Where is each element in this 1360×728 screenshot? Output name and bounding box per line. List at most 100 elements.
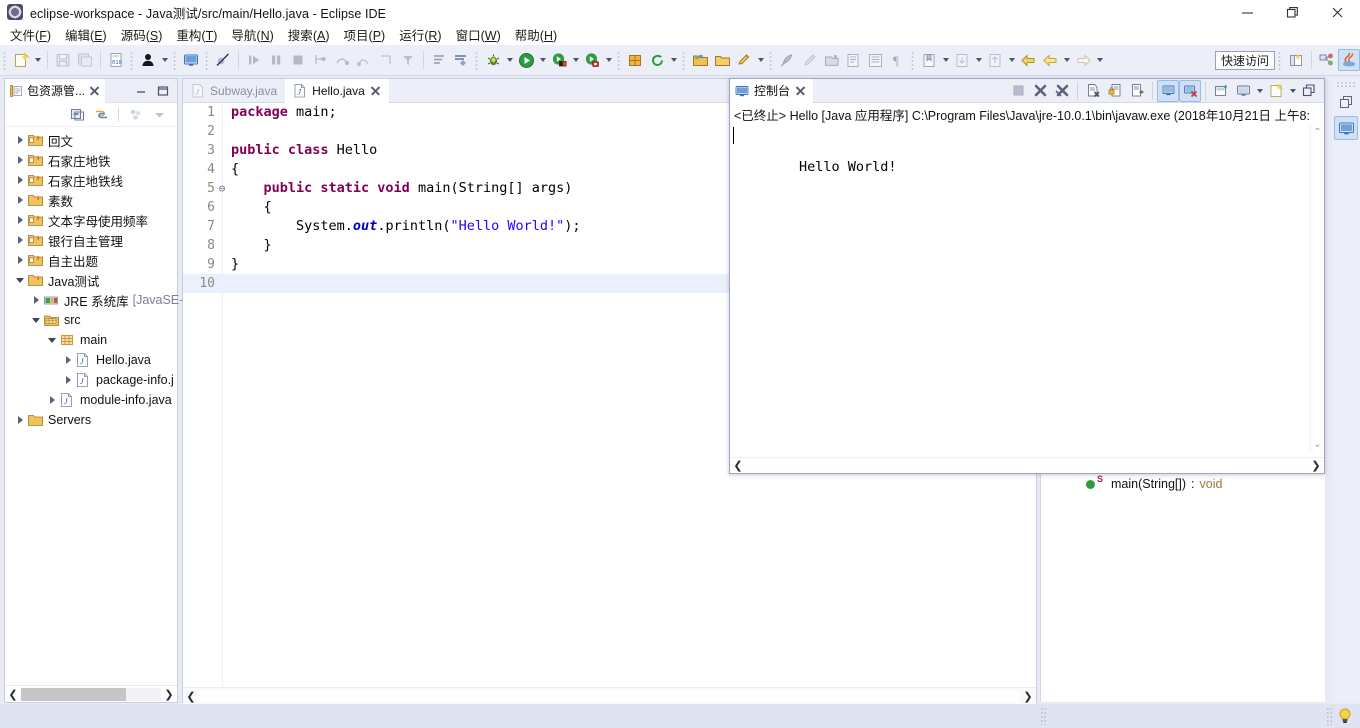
save-all-icon[interactable] — [74, 49, 96, 71]
open-console-icon[interactable] — [1265, 80, 1287, 102]
new-wizard-icon[interactable] — [10, 49, 32, 71]
skip-breakpoints-icon[interactable] — [212, 49, 234, 71]
show-console-on-error-icon[interactable] — [1179, 79, 1201, 102]
console-horizontal-scrollbar[interactable]: ❮ ❯ — [730, 457, 1324, 473]
display-console-menu-icon[interactable] — [1254, 80, 1265, 102]
display-selected-console-icon[interactable] — [1232, 80, 1254, 102]
new-java-class-icon[interactable]: 010 — [105, 49, 127, 71]
toolbar-grip[interactable] — [129, 50, 135, 70]
pen-icon[interactable] — [798, 49, 820, 71]
link-with-editor-icon[interactable] — [94, 107, 109, 122]
refresh-icon[interactable] — [646, 49, 668, 71]
tree-item-sjz-subway[interactable]: 石家庄地铁 — [5, 150, 177, 170]
open-folder-icon[interactable] — [689, 49, 711, 71]
restore-view-icon[interactable] — [1334, 90, 1358, 114]
console-view-icon[interactable] — [180, 49, 202, 71]
chevron-down-icon[interactable] — [29, 317, 43, 323]
close-icon[interactable] — [370, 85, 381, 96]
menu-item-source[interactable]: 源码(S) — [114, 23, 170, 46]
annotation-icon[interactable] — [820, 49, 842, 71]
toolbar-grip[interactable] — [768, 50, 774, 70]
console-output-area[interactable]: Hello World! — [730, 125, 1324, 452]
prev-annotation-icon[interactable] — [984, 49, 1006, 71]
tab-subway-java[interactable]: J Subway.java — [183, 79, 285, 103]
clear-console-icon[interactable] — [1082, 80, 1104, 102]
quick-access-input[interactable]: 快速访问 — [1214, 50, 1275, 70]
scroll-up-icon[interactable]: ⌃ — [1313, 127, 1321, 138]
strip-grip[interactable] — [1336, 81, 1356, 88]
close-icon[interactable] — [89, 85, 100, 96]
chevron-right-icon[interactable] — [45, 396, 59, 404]
tree-item-letter-freq[interactable]: 文本字母使用频率 — [5, 210, 177, 230]
step-into-icon[interactable] — [309, 49, 331, 71]
toolbar-grip[interactable] — [204, 50, 210, 70]
maximize-icon[interactable] — [157, 85, 169, 97]
remove-launch-icon[interactable] — [1029, 80, 1051, 102]
scroll-right-icon[interactable]: ❯ — [1308, 458, 1324, 474]
chevron-right-icon[interactable] — [13, 176, 27, 184]
chevron-right-icon[interactable] — [13, 416, 27, 424]
tree-item-huiwen[interactable]: 回文 — [5, 130, 177, 150]
scroll-track[interactable] — [21, 687, 161, 701]
open-type-icon[interactable] — [428, 49, 450, 71]
chevron-down-icon[interactable] — [13, 277, 27, 283]
next-annotation-dropdown-icon[interactable] — [973, 49, 984, 71]
terminate-icon[interactable] — [287, 49, 309, 71]
tab-package-explorer[interactable]: 包资源管... — [5, 78, 106, 103]
chevron-right-icon[interactable] — [13, 156, 27, 164]
chevron-right-icon[interactable] — [13, 136, 27, 144]
scroll-lock-icon[interactable] — [1104, 80, 1126, 102]
toolbar-grip[interactable] — [474, 50, 480, 70]
scroll-left-icon[interactable]: ❮ — [730, 458, 746, 474]
terminate-icon[interactable] — [1007, 80, 1029, 102]
console-view-icon[interactable] — [1334, 116, 1358, 140]
open-folder-plain-icon[interactable] — [711, 49, 733, 71]
scroll-right-icon[interactable]: ❯ — [161, 686, 177, 702]
menu-item-navigate[interactable]: 导航(N) — [224, 23, 280, 46]
menu-item-edit[interactable]: 编辑(E) — [58, 23, 114, 46]
minimize-icon[interactable] — [135, 85, 147, 97]
pilcrow-icon[interactable]: ¶ — [886, 49, 908, 71]
run-external-tools-icon[interactable] — [548, 49, 570, 71]
prev-annotation-dropdown-icon[interactable] — [1006, 49, 1017, 71]
run-ext-dropdown-icon[interactable] — [570, 49, 581, 71]
step-over-icon[interactable] — [331, 49, 353, 71]
tree-item-sjz-subway-line[interactable]: 石家庄地铁线 — [5, 170, 177, 190]
suspend-icon[interactable] — [265, 49, 287, 71]
tree-item-package-info[interactable]: J package-info.j — [5, 370, 177, 390]
new-wizard-dropdown-icon[interactable] — [32, 49, 43, 71]
java-ee-perspective-icon[interactable] — [1316, 49, 1338, 71]
tree-item-src[interactable]: src — [5, 310, 177, 330]
run-icon[interactable] — [515, 49, 537, 71]
toolbar-grip[interactable] — [910, 50, 916, 70]
back-icon[interactable] — [1017, 49, 1039, 71]
chevron-right-icon[interactable] — [13, 196, 27, 204]
tree-item-jre-library[interactable]: JRE 系统库 [JavaSE- — [5, 290, 183, 310]
scroll-track[interactable] — [199, 689, 1020, 703]
forward-dropdown-icon[interactable] — [1094, 49, 1105, 71]
forward-icon[interactable] — [1072, 49, 1094, 71]
toolbar-grip[interactable] — [172, 50, 178, 70]
scroll-right-icon[interactable]: ❯ — [1020, 688, 1036, 704]
maximize-icon[interactable] — [1270, 0, 1315, 24]
menu-item-help[interactable]: 帮助(H) — [508, 23, 564, 46]
console-vertical-scrollbar[interactable]: ⌃ ⌄ — [1310, 125, 1324, 452]
restore-icon[interactable] — [1298, 80, 1320, 102]
debug-dropdown-icon[interactable] — [504, 49, 515, 71]
close-icon[interactable] — [1315, 0, 1360, 24]
bookmark-icon[interactable] — [918, 49, 940, 71]
remove-all-launches-icon[interactable] — [1051, 80, 1073, 102]
edit-dropdown-icon[interactable] — [755, 49, 766, 71]
toolbar-grip[interactable] — [616, 50, 622, 70]
scroll-thumb[interactable] — [21, 687, 126, 701]
chevron-right-icon[interactable] — [61, 376, 75, 384]
menu-item-file[interactable]: 文件(F) — [3, 23, 58, 46]
view-menu-icon[interactable] — [152, 107, 167, 122]
save-icon[interactable] — [52, 49, 74, 71]
person-icon[interactable] — [137, 49, 159, 71]
bookmark-dropdown-icon[interactable] — [940, 49, 951, 71]
chevron-right-icon[interactable] — [61, 356, 75, 364]
menu-item-search[interactable]: 搜索(A) — [281, 23, 337, 46]
tree-item-module-info[interactable]: J module-info.java — [5, 390, 177, 410]
scroll-left-icon[interactable]: ❮ — [5, 686, 21, 702]
